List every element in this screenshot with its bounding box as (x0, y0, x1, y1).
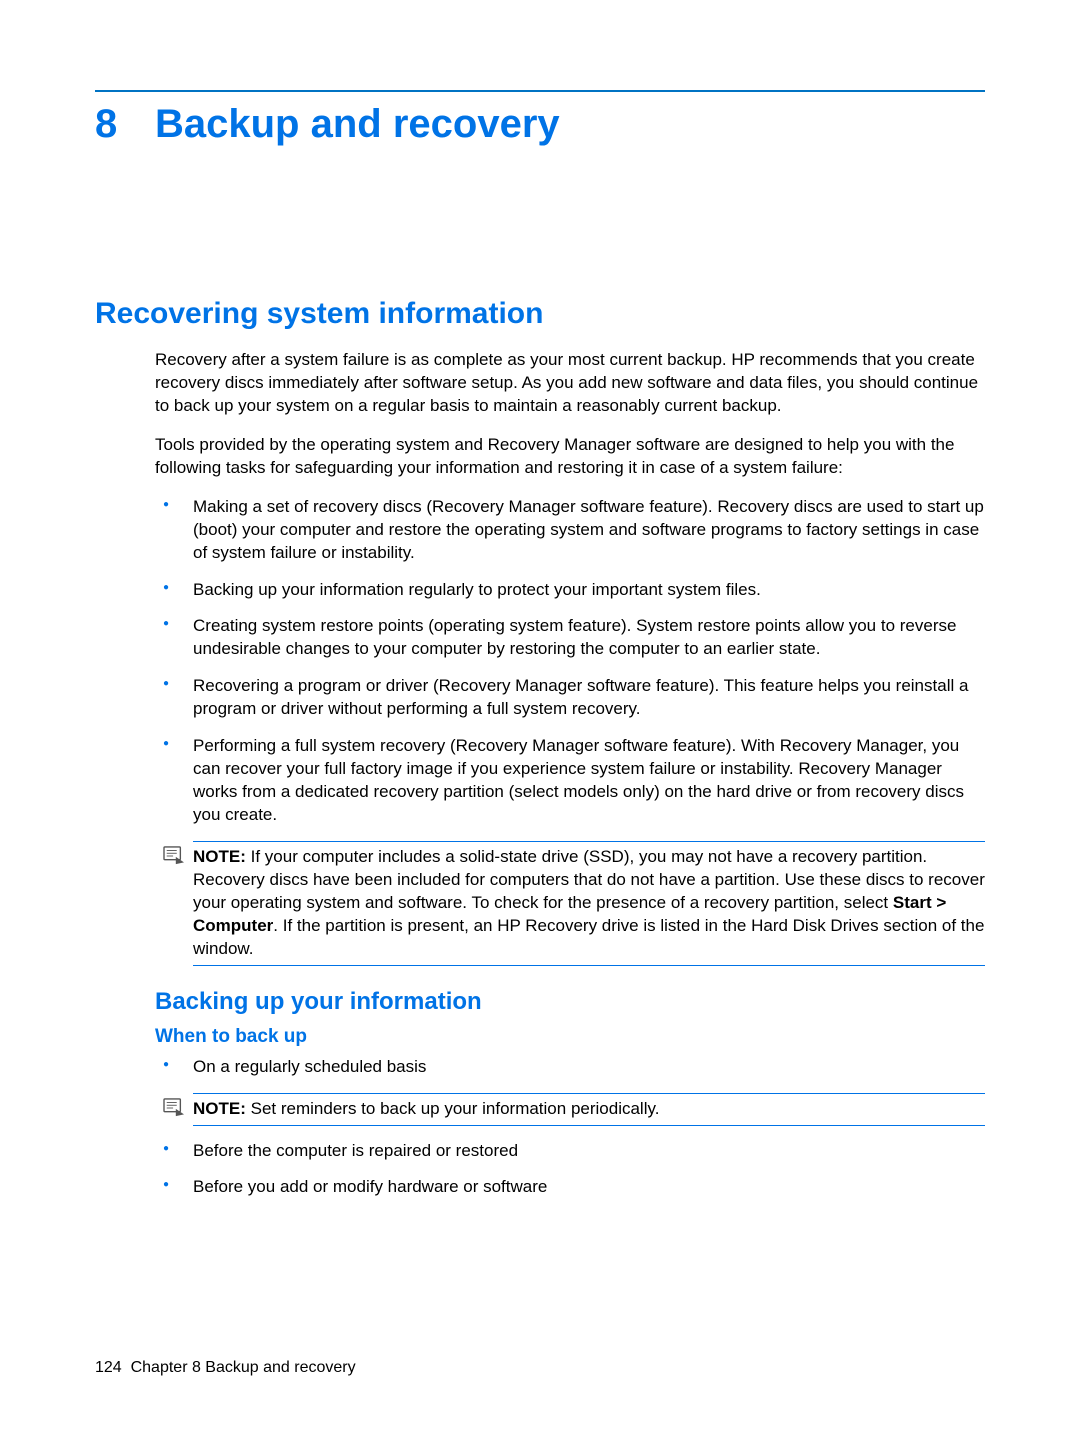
note-callout: NOTE: Set reminders to back up your info… (193, 1093, 985, 1126)
chapter-number: 8 (95, 102, 155, 147)
task-bullet-list: Making a set of recovery discs (Recovery… (155, 496, 985, 827)
section-recovering-body: Recovery after a system failure is as co… (155, 349, 985, 1199)
note-text-pre: If your computer includes a solid-state … (193, 847, 985, 912)
list-item: Recovering a program or driver (Recovery… (155, 675, 985, 721)
list-item: Making a set of recovery discs (Recovery… (155, 496, 985, 565)
footer-chapter-label: Chapter 8 Backup and recovery (131, 1359, 356, 1376)
note-label: NOTE: (193, 1099, 246, 1118)
list-item: Performing a full system recovery (Recov… (155, 735, 985, 827)
list-item: Backing up your information regularly to… (155, 579, 985, 602)
section-backing-up-title: Backing up your information (155, 988, 985, 1016)
chapter-title: Backup and recovery (155, 102, 560, 147)
note-text: If your computer includes a solid-state … (193, 847, 985, 958)
list-item: Before you add or modify hardware or sof… (155, 1176, 985, 1199)
note-text: Set reminders to back up your informatio… (251, 1099, 660, 1118)
document-page: 8 Backup and recovery Recovering system … (0, 0, 1080, 1437)
note-label: NOTE: (193, 847, 246, 866)
list-item: On a regularly scheduled basis (155, 1056, 985, 1079)
list-item: Before the computer is repaired or resto… (155, 1140, 985, 1163)
list-item: Creating system restore points (operatin… (155, 615, 985, 661)
page-footer: 124 Chapter 8 Backup and recovery (95, 1359, 356, 1377)
chapter-top-rule (95, 90, 985, 92)
page-number: 124 (95, 1359, 122, 1376)
chapter-header: 8 Backup and recovery (95, 102, 985, 147)
note-callout: NOTE: If your computer includes a solid-… (193, 841, 985, 966)
section-when-to-backup-title: When to back up (155, 1026, 985, 1048)
note-icon (163, 846, 185, 866)
paragraph: Tools provided by the operating system a… (155, 434, 985, 480)
note-icon (163, 1098, 185, 1118)
when-backup-list-2: Before the computer is repaired or resto… (155, 1140, 985, 1200)
paragraph: Recovery after a system failure is as co… (155, 349, 985, 418)
note-text-post: . If the partition is present, an HP Rec… (193, 916, 984, 958)
when-backup-list-1: On a regularly scheduled basis (155, 1056, 985, 1079)
section-recovering-title: Recovering system information (95, 297, 985, 331)
